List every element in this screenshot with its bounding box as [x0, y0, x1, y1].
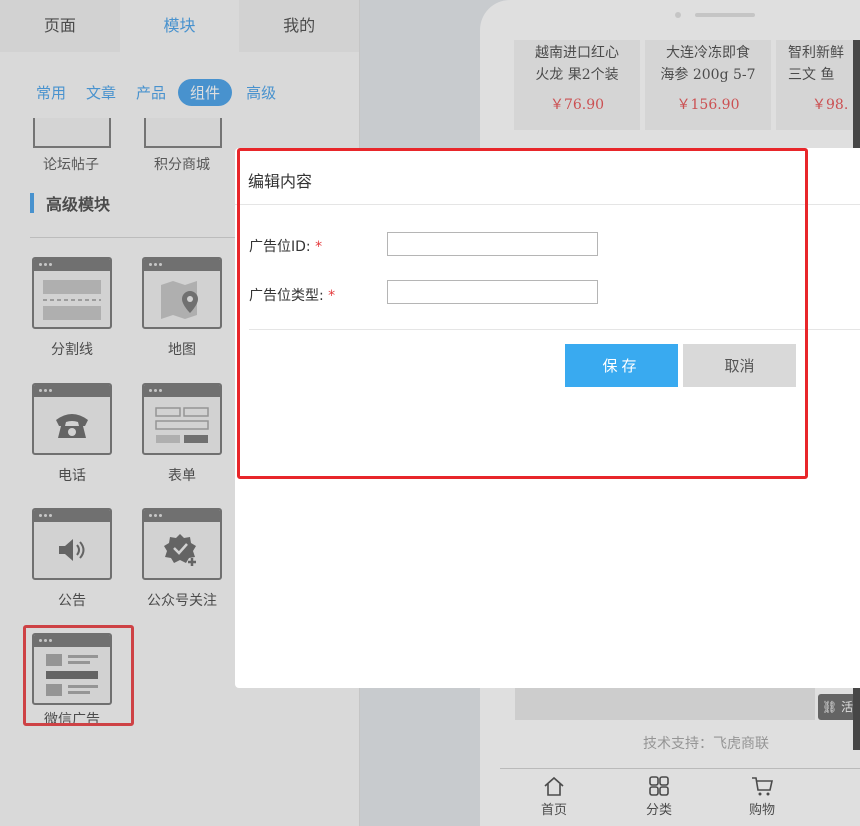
dialog-highlight: [237, 148, 808, 479]
